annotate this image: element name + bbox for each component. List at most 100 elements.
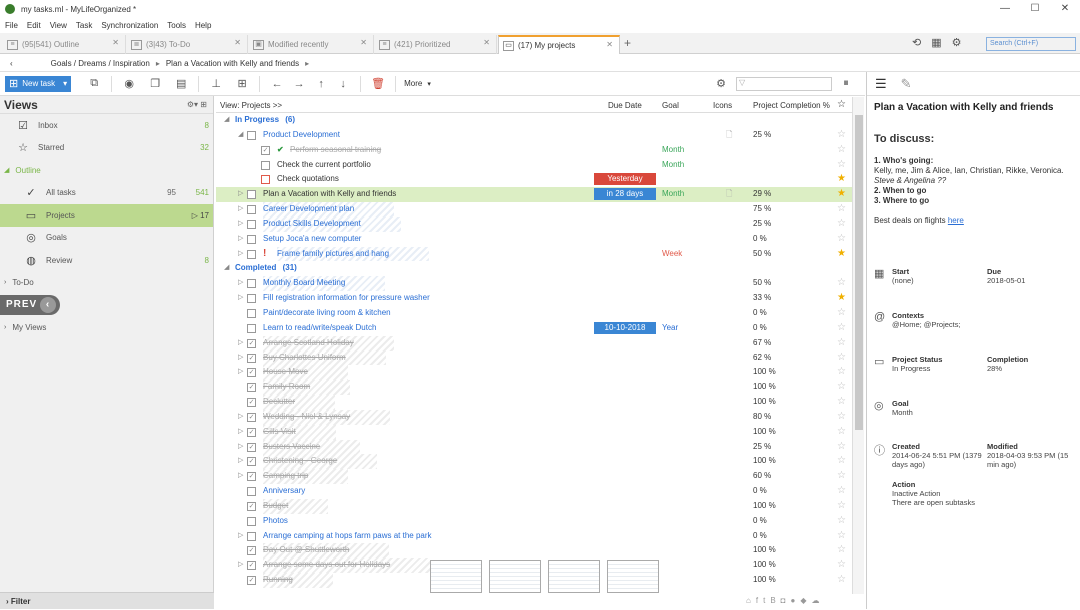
tab-outline[interactable]: ≡ (95|541) Outline ✕	[3, 35, 126, 54]
scrollbar-thumb[interactable]	[855, 115, 863, 430]
table-row[interactable]: ▷ ✓ Busters Vaccine 25 % ☆	[216, 439, 852, 455]
dropdown-arrow-icon[interactable]: ▾	[63, 79, 67, 88]
star-icon[interactable]: ☆	[837, 514, 846, 529]
expand-arrow-icon[interactable]: ▷	[238, 202, 243, 217]
sidebar-section-outline[interactable]: ◢ Outline	[0, 159, 213, 182]
task-checkbox[interactable]: ✓	[247, 398, 256, 408]
hierarchy-icon[interactable]: ⊥	[207, 77, 225, 90]
star-icon[interactable]: ☆	[837, 499, 846, 514]
expand-arrow-icon[interactable]: ▷	[238, 187, 243, 202]
table-row[interactable]: Check quotations Yesterday ★	[216, 172, 852, 187]
task-checkbox[interactable]	[247, 294, 256, 304]
start-due-section[interactable]: ▦ Start (none) Due 2018-05-01	[874, 267, 1079, 297]
add-tab-button[interactable]: +	[624, 36, 631, 50]
task-checkbox[interactable]	[247, 130, 256, 140]
table-row[interactable]: ▷ Plan a Vacation with Kelly and friends i…	[216, 187, 852, 203]
sidebar-item-review[interactable]: ◍ Review 8	[0, 249, 213, 272]
star-icon[interactable]: ☆	[837, 410, 846, 425]
expand-arrow-icon[interactable]: ▷	[238, 454, 243, 469]
star-icon[interactable]: ★	[837, 187, 846, 202]
table-row[interactable]: ▷ Product Skills Development 25 % ☆	[216, 216, 852, 232]
star-icon[interactable]: ☆	[837, 558, 846, 573]
menu-edit[interactable]: Edit	[27, 21, 41, 30]
task-checkbox[interactable]	[261, 175, 270, 185]
star-icon[interactable]: ☆	[837, 484, 846, 499]
task-checkbox[interactable]: ✓	[247, 427, 256, 437]
status-section[interactable]: ▭ Project Status In Progress Completion 28…	[874, 355, 1079, 385]
table-row[interactable]: Check the current portfolio Month ☆	[216, 158, 852, 173]
copy-icon[interactable]: ❐	[146, 77, 164, 90]
star-icon[interactable]: ☆	[837, 143, 846, 158]
col-icons[interactable]: Icons	[713, 101, 732, 110]
menu-view[interactable]: View	[50, 21, 67, 30]
due-date-badge[interactable]: in 28 days	[594, 188, 656, 201]
table-row[interactable]: ▷ Fill registration information for press…	[216, 291, 852, 306]
breadcrumb-dropdown-icon[interactable]: ▸	[305, 59, 309, 68]
sidebar-item-starred[interactable]: ☆ Starred 32	[0, 137, 213, 160]
move-left-icon[interactable]: ←	[268, 78, 286, 90]
task-checkbox[interactable]	[247, 190, 256, 200]
edit-pencil-icon[interactable]: ✎	[901, 76, 912, 92]
col-completion[interactable]: Project Completion %	[753, 101, 830, 110]
thumbnail-preview[interactable]	[548, 560, 600, 593]
prev-button[interactable]: PREV ‹	[0, 295, 60, 315]
collapse-arrow-icon[interactable]: ◢	[224, 261, 229, 276]
new-subtask-icon[interactable]: ⧉	[85, 77, 103, 90]
star-icon[interactable]: ☆	[837, 365, 846, 380]
task-checkbox[interactable]: ✓	[247, 412, 256, 422]
table-row[interactable]: ◢ Product Development 🗋 25 % ☆	[216, 128, 852, 143]
star-icon[interactable]: ☆	[837, 158, 846, 173]
table-row[interactable]: ▷ ✓ House Move 100 % ☆	[216, 365, 852, 381]
star-icon[interactable]: ☆	[837, 395, 846, 410]
task-name[interactable]: Day Out @ Shuttleworth	[263, 543, 390, 559]
task-name[interactable]: Check quotations	[277, 172, 339, 187]
expand-arrow-icon[interactable]: ▷	[238, 247, 243, 262]
task-name[interactable]: Declutter	[263, 395, 336, 410]
table-row[interactable]: ✓ Family Room 100 % ☆	[216, 380, 852, 396]
star-icon[interactable]: ☆	[837, 336, 846, 351]
menu-tools[interactable]: Tools	[167, 21, 186, 30]
paste-icon[interactable]: ▤	[172, 77, 190, 90]
tree-icon[interactable]: ⊞	[233, 77, 251, 90]
minimize-button[interactable]: —	[990, 0, 1020, 18]
table-row[interactable]: ▷ ✓ Wedding - Niel & Lynsay 80 % ☆	[216, 409, 852, 425]
tab-todo[interactable]: ≣ (3|43) To-Do ✕	[127, 35, 248, 54]
task-name[interactable]: Perform seasonal training	[290, 143, 381, 158]
back-arrow-icon[interactable]: ‹	[10, 59, 13, 68]
task-name[interactable]: Arrange some days out for Holidays	[263, 558, 431, 574]
expand-arrow-icon[interactable]: ▷	[238, 336, 243, 351]
note-link[interactable]: here	[948, 216, 964, 225]
maximize-button[interactable]: ☐	[1020, 0, 1050, 18]
task-name[interactable]: Product Skills Development	[263, 216, 401, 232]
task-name[interactable]: Christening - George	[263, 454, 378, 470]
star-icon[interactable]: ☆	[837, 573, 846, 588]
sidebar-item-goals[interactable]: ◎ Goals	[0, 227, 213, 250]
filter-input[interactable]: ▽	[736, 77, 832, 91]
task-name[interactable]: Camping trip	[263, 469, 349, 485]
expand-arrow-icon[interactable]: ▷	[238, 425, 243, 440]
task-name[interactable]: Busters Vaccine	[263, 439, 361, 455]
tab-my-projects[interactable]: ▭ (17) My projects ✕	[498, 35, 620, 54]
task-checkbox[interactable]	[247, 323, 256, 333]
star-icon[interactable]: ☆	[837, 380, 846, 395]
task-checkbox[interactable]: ✓	[247, 368, 256, 378]
task-checkbox[interactable]	[247, 531, 256, 541]
expand-arrow-icon[interactable]: ▷	[238, 232, 243, 247]
apple-icon[interactable]: ●	[791, 596, 796, 605]
task-checkbox[interactable]: ✓	[247, 561, 256, 571]
expand-arrow-icon[interactable]: ▷	[238, 351, 243, 366]
task-note[interactable]: To discuss: 1. Who's going: Kelly, me, J…	[874, 134, 1079, 226]
task-checkbox[interactable]: ✓	[247, 457, 256, 467]
settings-gear-icon[interactable]: ⚙	[952, 36, 962, 49]
tab-modified[interactable]: ▣ Modified recently ✕	[249, 35, 374, 54]
new-task-button[interactable]: ⊞ New task ▾	[5, 75, 72, 92]
collapse-arrow-icon[interactable]: ◢	[224, 113, 229, 128]
task-name[interactable]: Wedding - Niel & Lynsay	[263, 409, 391, 425]
filter-bar[interactable]: › Filter	[0, 592, 214, 609]
task-checkbox[interactable]: ✓	[247, 501, 256, 511]
table-row[interactable]: ▷ ✓ Arrange Scotland Holiday 67 % ☆	[216, 335, 852, 351]
contexts-section[interactable]: @ Contexts @Home; @Projects;	[874, 311, 1079, 341]
sidebar-item-inbox[interactable]: ☑ Inbox 8	[0, 114, 213, 137]
expand-arrow-icon[interactable]: ▷	[238, 291, 243, 306]
star-icon[interactable]: ★	[837, 172, 846, 187]
